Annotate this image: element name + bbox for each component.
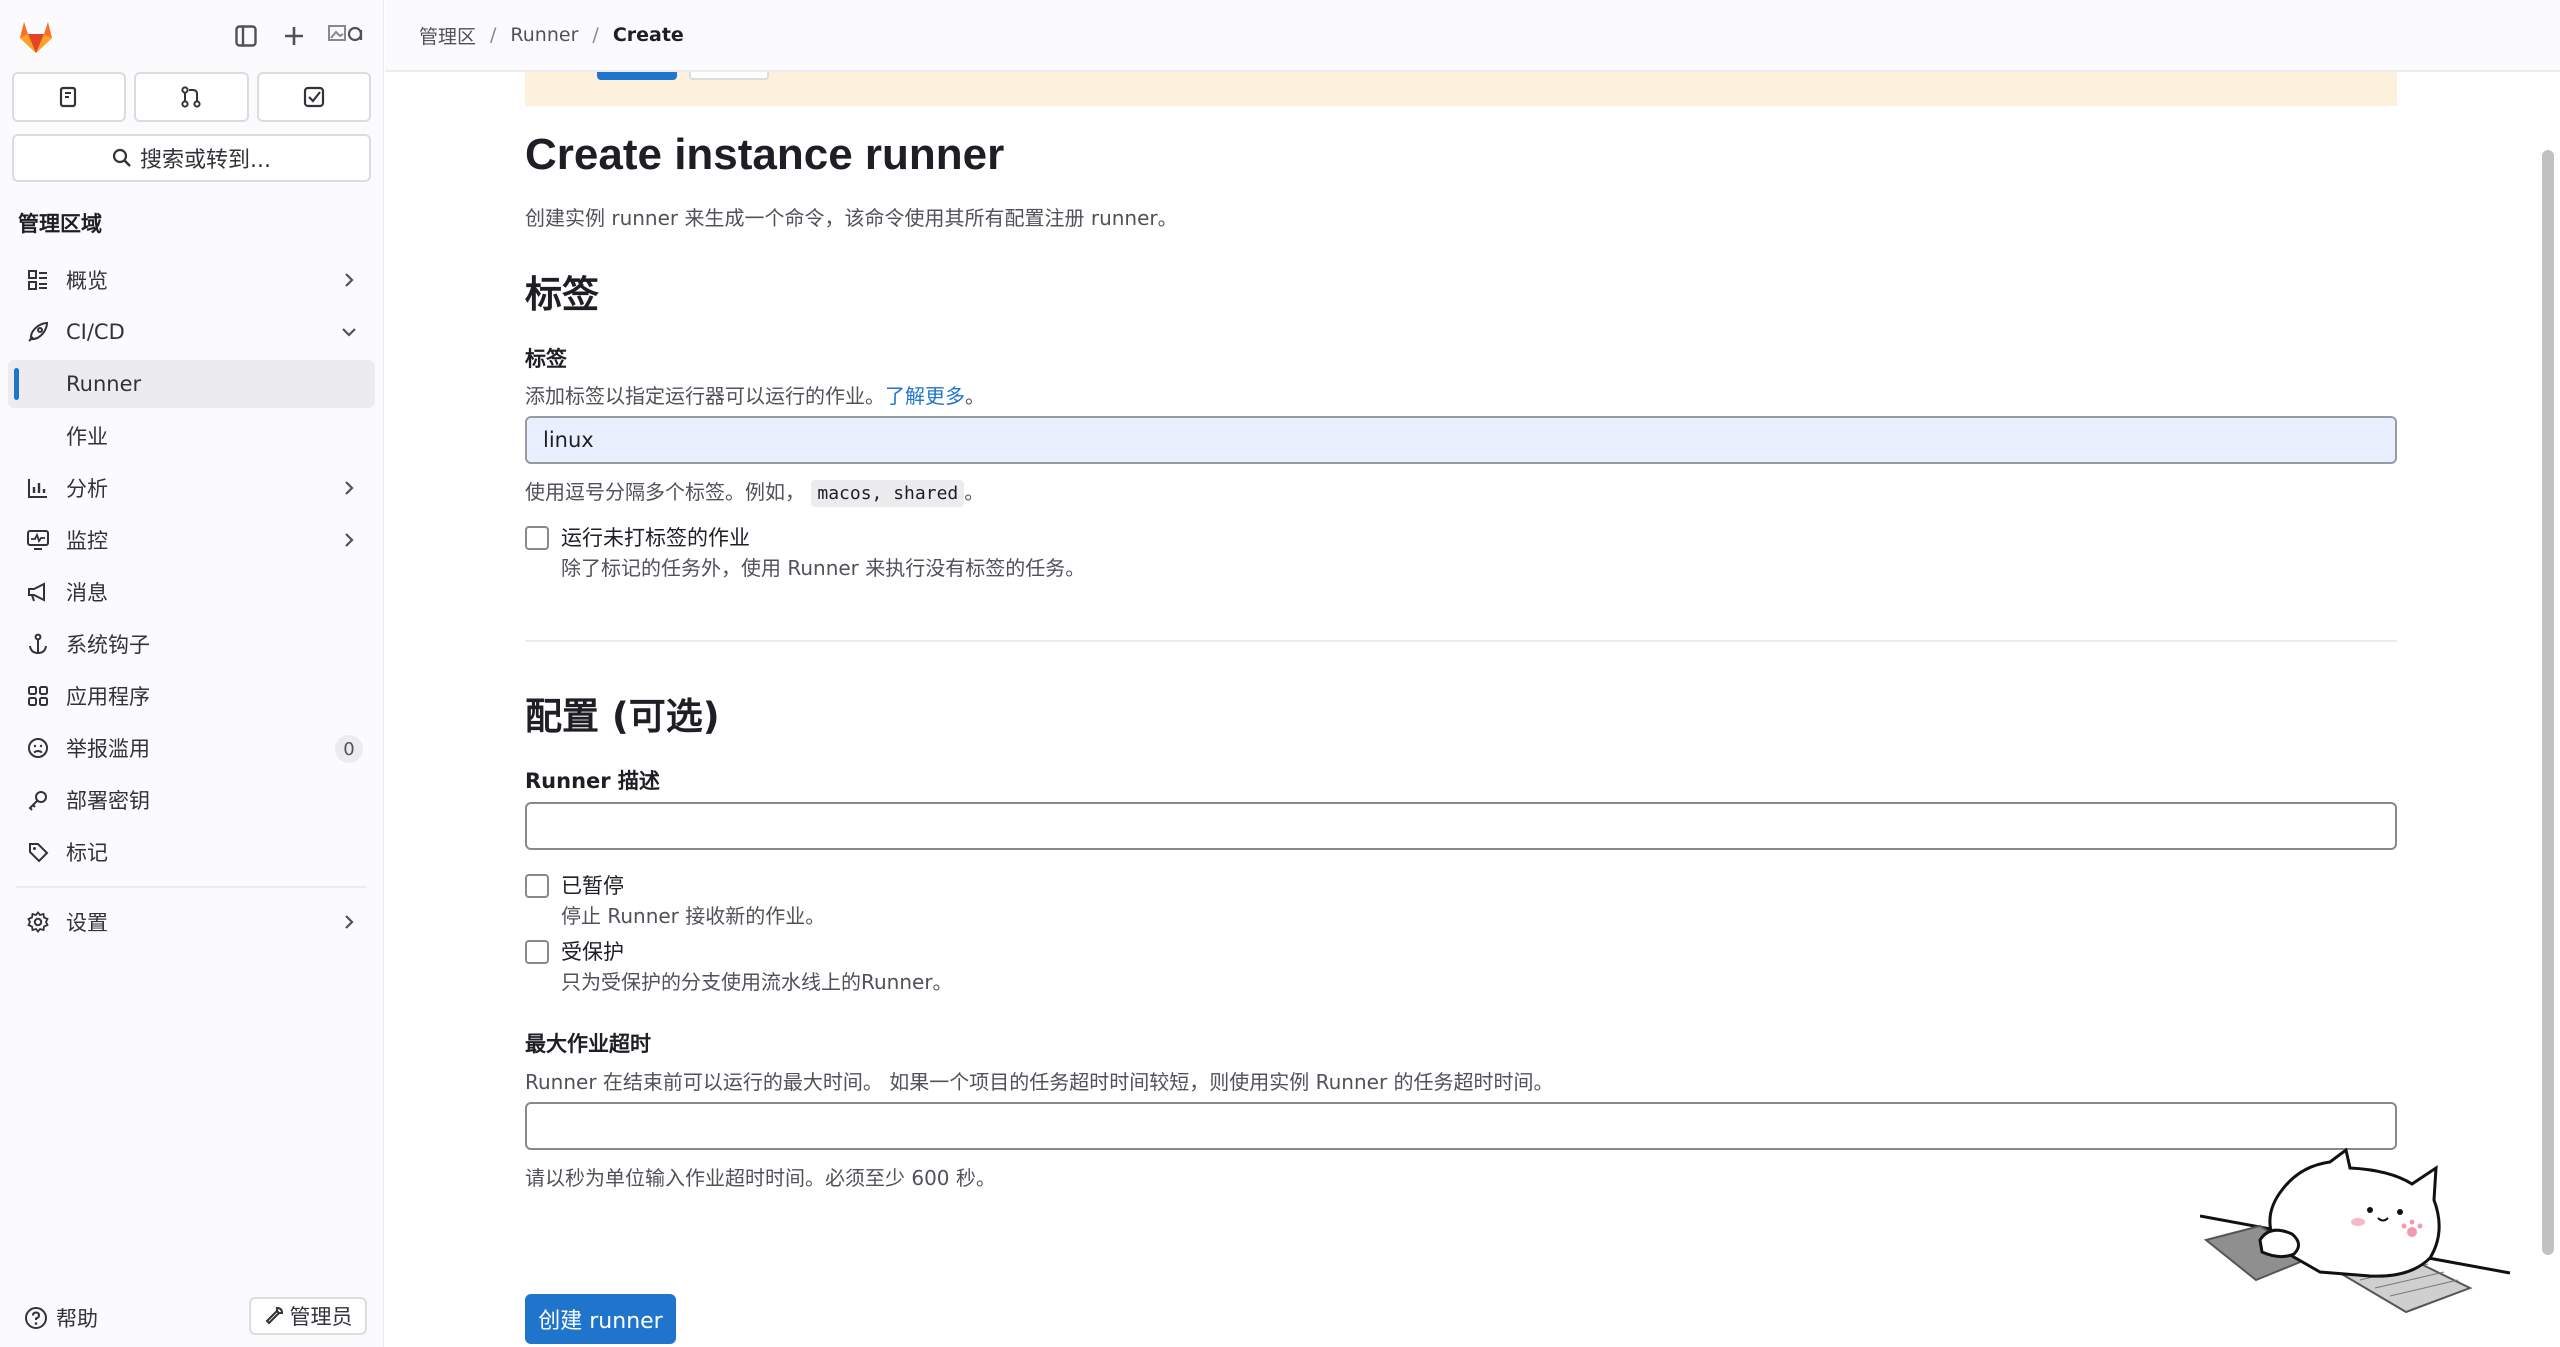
sidebar-item-abuse-reports[interactable]: 举报滥用 0 bbox=[8, 722, 375, 774]
sidebar-item-applications[interactable]: 应用程序 bbox=[8, 670, 375, 722]
anchor-icon bbox=[24, 630, 52, 658]
section-divider bbox=[525, 640, 2397, 642]
sidebar-item-label: 消息 bbox=[66, 581, 108, 605]
learn-more-link[interactable]: 了解更多 bbox=[885, 384, 965, 408]
issues-button[interactable] bbox=[12, 72, 127, 122]
page-title: Create instance runner bbox=[525, 130, 1005, 179]
sidebar-item-label: 分析 bbox=[66, 477, 108, 501]
sidebar-section-title: 管理区域 bbox=[18, 212, 102, 236]
sidebar-item-label: 系统钩子 bbox=[66, 633, 150, 657]
checkbox[interactable] bbox=[525, 940, 549, 964]
sidebar-footer: 帮助 管理员 bbox=[16, 1295, 367, 1339]
create-runner-button[interactable]: 创建 runner bbox=[525, 1294, 676, 1344]
sidebar-item-jobs[interactable]: 作业 bbox=[8, 410, 375, 462]
chevron-right-icon bbox=[345, 273, 354, 287]
quick-actions bbox=[12, 72, 371, 122]
sidebar-toggle-icon[interactable] bbox=[232, 22, 260, 50]
sidebar-item-label: CI/CD bbox=[66, 320, 125, 344]
sidebar-header bbox=[16, 14, 367, 58]
plus-icon[interactable] bbox=[280, 22, 308, 50]
wrench-icon bbox=[265, 1306, 283, 1325]
key-icon bbox=[24, 786, 52, 814]
typing-cat-icon bbox=[2200, 1148, 2511, 1314]
search-label: 搜索或转到... bbox=[140, 148, 271, 173]
sidebar-item-labels[interactable]: 标记 bbox=[8, 826, 375, 878]
tags-input[interactable]: linux bbox=[525, 416, 2397, 464]
breadcrumb-item-admin[interactable]: 管理区 bbox=[419, 22, 476, 49]
todo-icon bbox=[303, 86, 324, 108]
chart-icon bbox=[24, 474, 52, 502]
sidebar-item-monitoring[interactable]: 监控 bbox=[8, 514, 375, 566]
chevron-down-icon bbox=[342, 328, 356, 337]
gear-icon bbox=[24, 908, 52, 936]
breadcrumb: 管理区 / Runner / Create bbox=[385, 0, 2560, 72]
sidebar-item-label: 设置 bbox=[66, 911, 108, 935]
admin-label: 管理员 bbox=[289, 1305, 353, 1329]
sidebar-item-label: 应用程序 bbox=[66, 685, 150, 709]
merge-request-icon bbox=[181, 86, 202, 108]
timeout-hint: 请以秒为单位输入作业超时时间。必须至少 600 秒。 bbox=[525, 1166, 996, 1190]
breadcrumb-current: Create bbox=[612, 24, 684, 46]
sidebar-item-analytics[interactable]: 分析 bbox=[8, 462, 375, 514]
sidebar-item-label: 监控 bbox=[66, 529, 108, 553]
sidebar-item-system-hooks[interactable]: 系统钩子 bbox=[8, 618, 375, 670]
help-label: 帮助 bbox=[56, 1307, 98, 1331]
search-button[interactable]: 搜索或转到... bbox=[12, 134, 371, 182]
label-icon bbox=[24, 838, 52, 866]
sidebar-divider bbox=[16, 886, 367, 888]
help-icon bbox=[25, 1307, 47, 1329]
chevron-right-icon bbox=[345, 915, 354, 929]
gitlab-logo-icon[interactable] bbox=[16, 16, 56, 56]
sidebar-item-deploy-keys[interactable]: 部署密钥 bbox=[8, 774, 375, 826]
timeout-help: Runner 在结束前可以运行的最大时间。 如果一个项目的任务超时时间较短，则使… bbox=[525, 1070, 1554, 1094]
config-heading: 配置 (可选) bbox=[525, 695, 720, 738]
sidebar-item-runner[interactable]: Runner bbox=[8, 360, 375, 408]
sidebar-item-label: 部署密钥 bbox=[66, 789, 150, 813]
scrollbar[interactable] bbox=[2536, 0, 2560, 1347]
merge-requests-button[interactable] bbox=[134, 72, 249, 122]
face-icon bbox=[24, 734, 52, 762]
page-description: 创建实例 runner 来生成一个命令，该命令使用其所有配置注册 runner。 bbox=[525, 206, 1178, 230]
timeout-input[interactable] bbox=[525, 1102, 2397, 1150]
sidebar-nav: 概览 CI/CD Runner 作业 分析 监控 消息 系统钩子 应用程序 举报… bbox=[8, 254, 375, 948]
overview-icon bbox=[24, 266, 52, 294]
avatar[interactable] bbox=[327, 18, 367, 52]
admin-button[interactable]: 管理员 bbox=[249, 1297, 367, 1335]
checkbox[interactable] bbox=[525, 526, 549, 550]
sidebar-item-overview[interactable]: 概览 bbox=[8, 254, 375, 306]
apps-icon bbox=[24, 682, 52, 710]
checkbox[interactable] bbox=[525, 874, 549, 898]
timeout-label: 最大作业超时 bbox=[525, 1032, 651, 1056]
runner-description-input[interactable] bbox=[525, 802, 2397, 850]
help-button[interactable]: 帮助 bbox=[24, 1303, 98, 1333]
issues-icon bbox=[60, 86, 77, 108]
tags-help: 添加标签以指定运行器可以运行的作业。了解更多。 bbox=[525, 384, 985, 408]
sidebar-item-label: Runner bbox=[66, 372, 142, 396]
rocket-icon bbox=[24, 318, 52, 346]
tags-hint: 使用逗号分隔多个标签。例如， macos, shared。 bbox=[525, 476, 984, 507]
megaphone-icon bbox=[24, 578, 52, 606]
chevron-right-icon bbox=[345, 481, 354, 495]
count-badge: 0 bbox=[335, 735, 363, 763]
monitor-icon bbox=[24, 526, 52, 554]
scrollbar-thumb[interactable] bbox=[2542, 150, 2554, 1255]
sidebar-item-label: 作业 bbox=[66, 425, 108, 449]
sidebar-item-messages[interactable]: 消息 bbox=[8, 566, 375, 618]
tags-label: 标签 bbox=[525, 347, 567, 371]
search-icon bbox=[112, 148, 131, 167]
breadcrumb-item-runner[interactable]: Runner bbox=[510, 24, 578, 46]
sidebar-item-cicd[interactable]: CI/CD bbox=[8, 306, 375, 358]
tags-heading: 标签 bbox=[525, 273, 599, 316]
sidebar-item-settings[interactable]: 设置 bbox=[8, 896, 375, 948]
sidebar-item-label: 概览 bbox=[66, 269, 108, 293]
runner-description-label: Runner 描述 bbox=[525, 769, 660, 793]
sidebar-item-label: 标记 bbox=[66, 841, 108, 865]
tags-example-code: macos, shared bbox=[811, 480, 965, 507]
sidebar-item-label: 举报滥用 bbox=[66, 737, 150, 761]
sidebar: 搜索或转到... 管理区域 概览 CI/CD Runner 作业 分析 监控 消… bbox=[0, 0, 384, 1347]
chevron-right-icon bbox=[345, 533, 354, 547]
todos-button[interactable] bbox=[256, 72, 371, 122]
